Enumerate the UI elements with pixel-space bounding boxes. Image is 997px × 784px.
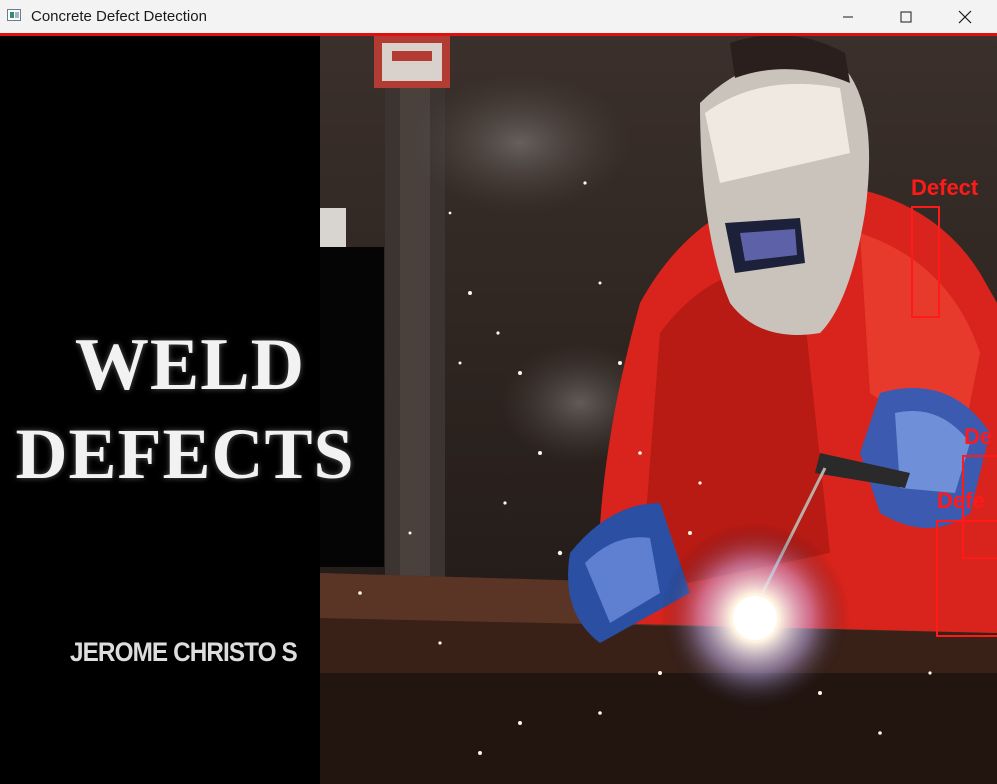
close-button[interactable] xyxy=(936,0,994,33)
close-icon xyxy=(958,10,972,23)
detection-label: Defect xyxy=(911,175,979,200)
title-panel xyxy=(0,36,320,784)
window-title: Concrete Defect Detection xyxy=(31,8,207,25)
detection-label: De xyxy=(964,424,993,449)
detection-label: Defe xyxy=(937,488,985,513)
app-window-icon xyxy=(7,9,21,21)
detection-image-canvas: WELD DEFECTS JEROME CHRISTO S Defect De … xyxy=(0,33,997,784)
detection-box xyxy=(936,520,997,637)
detection-box xyxy=(911,206,940,318)
maximize-button[interactable] xyxy=(877,0,935,33)
headline-defects: DEFECTS xyxy=(15,414,355,494)
author-name: JEROME CHRISTO S xyxy=(70,637,298,667)
headline-weld: WELD xyxy=(74,324,306,406)
minimize-button[interactable] xyxy=(819,0,877,33)
minimize-icon xyxy=(843,16,853,17)
title-bar: Concrete Defect Detection xyxy=(0,0,997,33)
maximize-icon xyxy=(900,11,912,22)
